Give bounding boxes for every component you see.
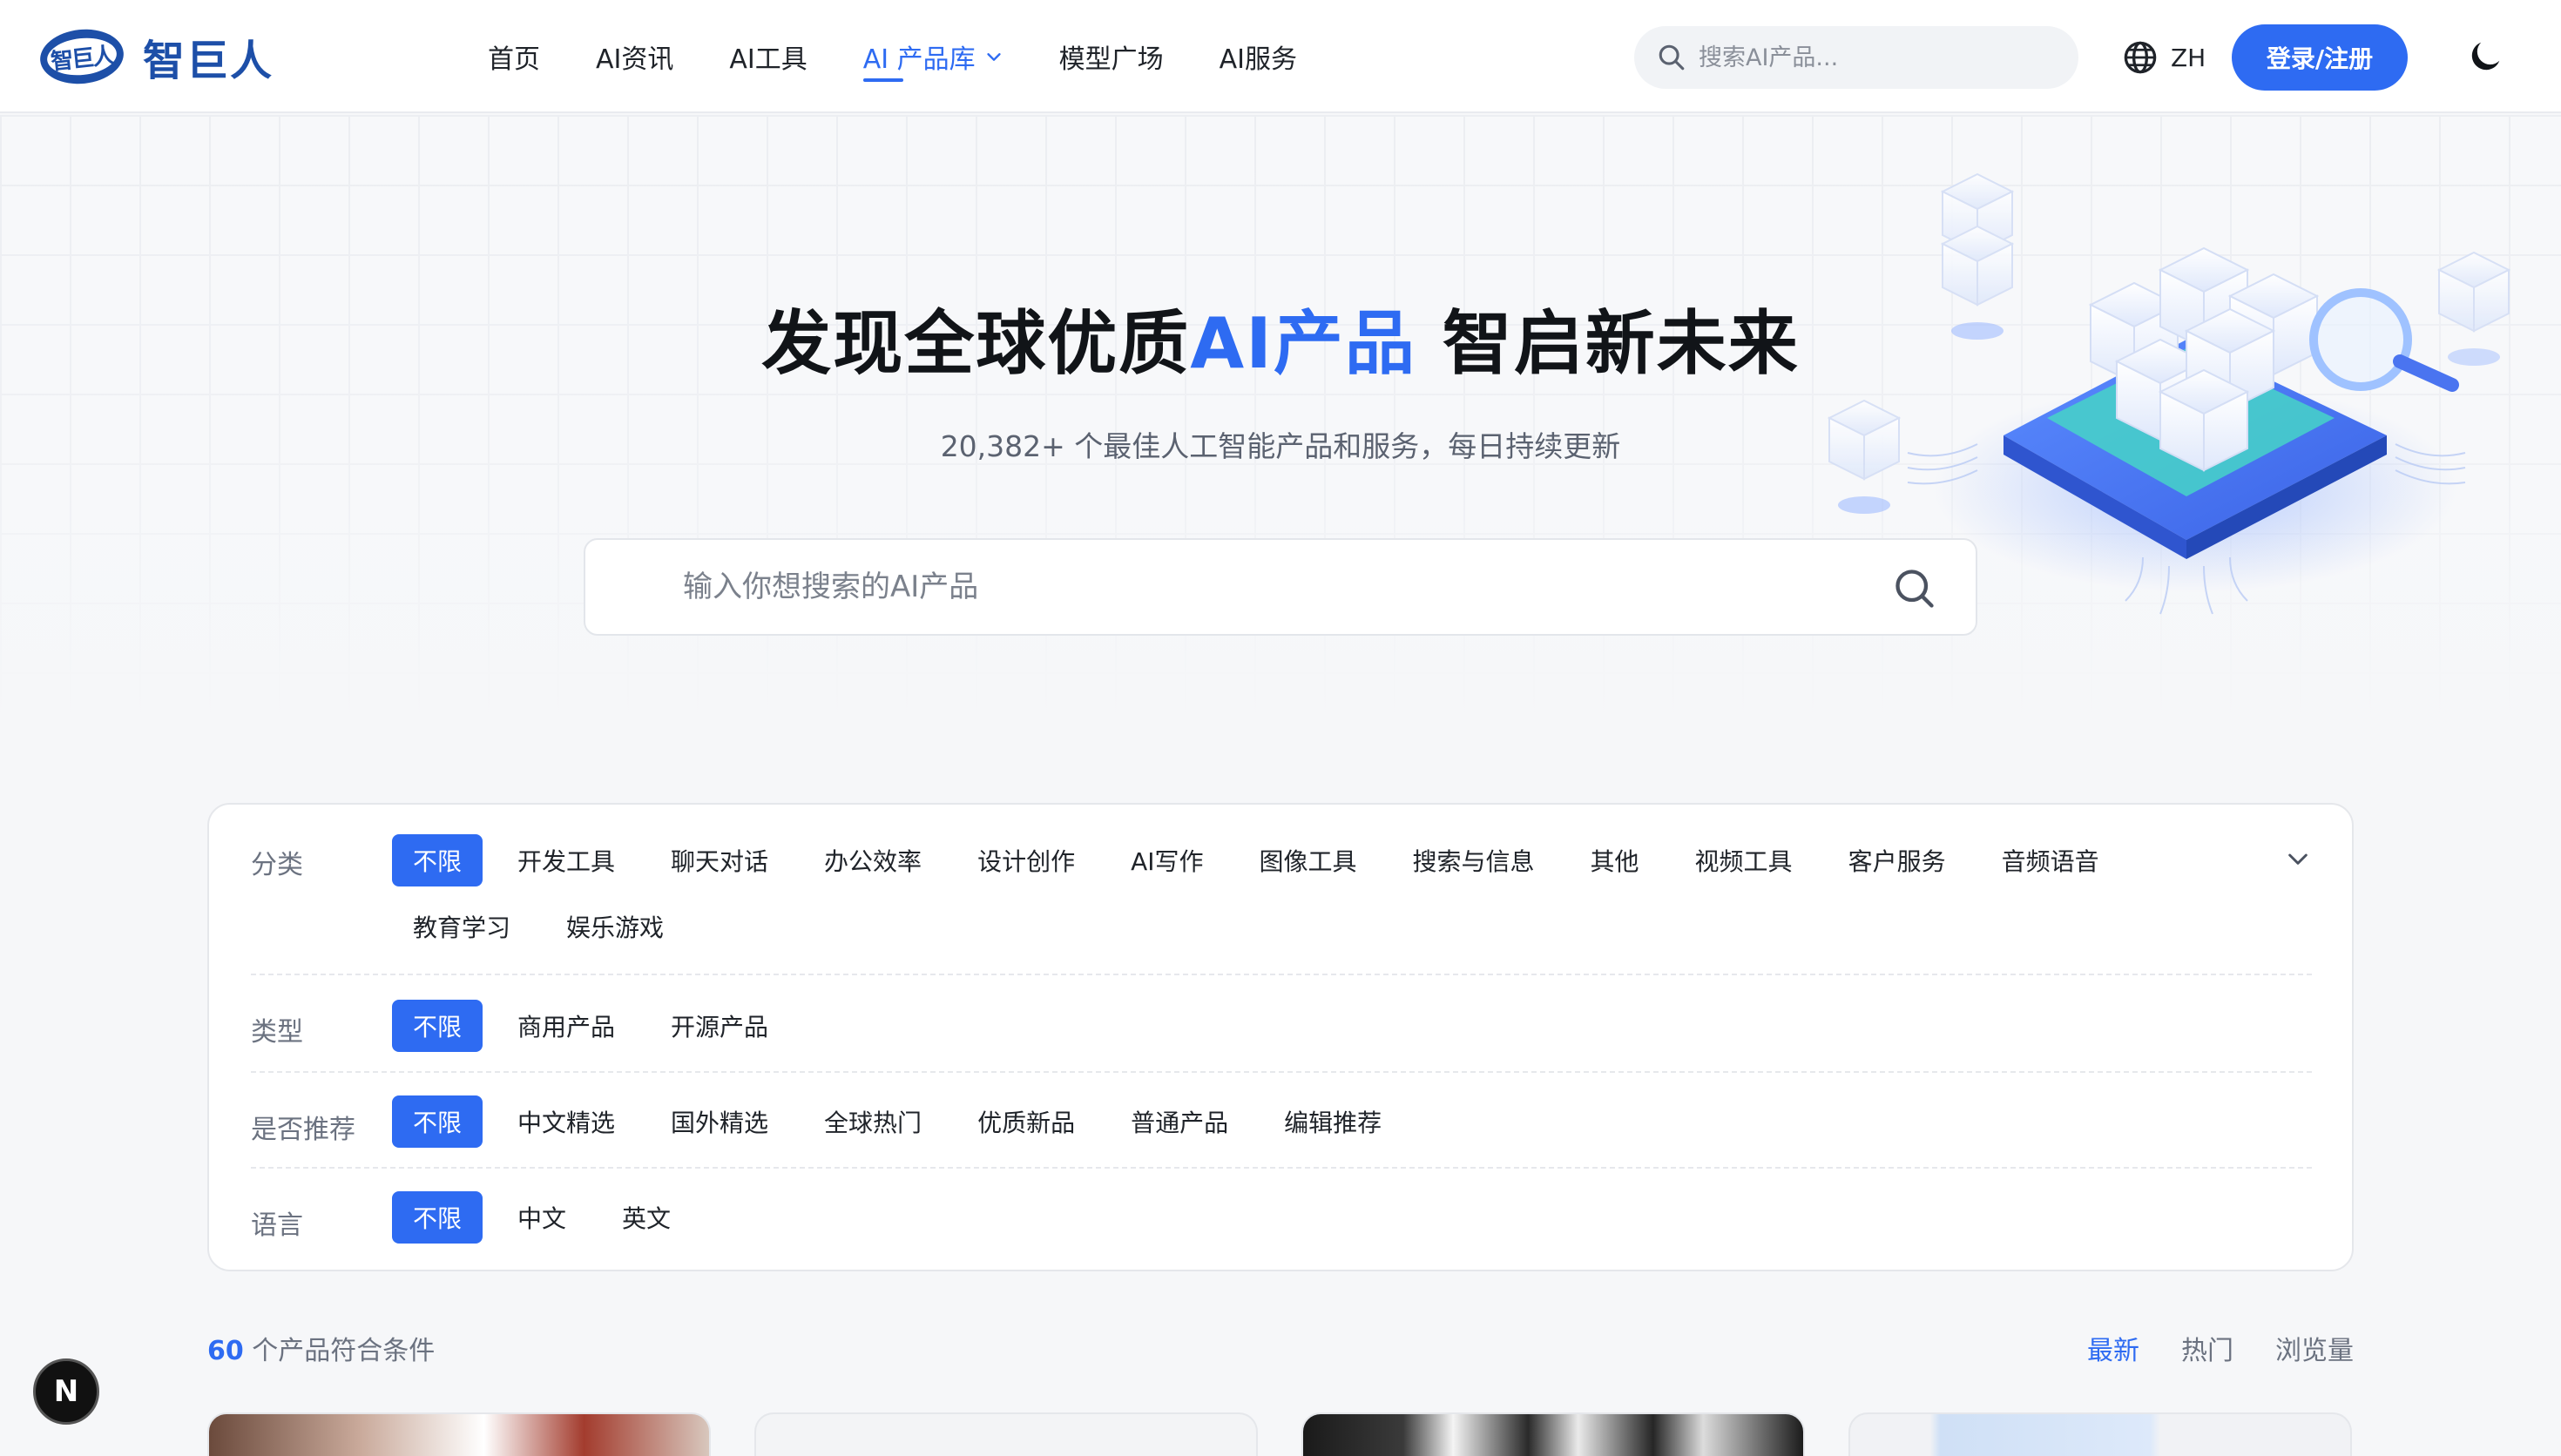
nav-item-ai-news[interactable]: AI资讯 bbox=[596, 0, 673, 113]
filter-option[interactable]: 开源产品 bbox=[650, 1000, 789, 1052]
globe-icon bbox=[2124, 41, 2157, 74]
product-card[interactable] bbox=[207, 1412, 711, 1456]
filter-label: 语言 bbox=[251, 1210, 303, 1241]
dev-indicator-badge[interactable]: N bbox=[33, 1358, 99, 1425]
filter-options: 不限 开发工具 聊天对话 办公效率 设计创作 AI写作 图像工具 搜索与信息 其他 视频工具 客户服… bbox=[392, 834, 2221, 953]
filter-option[interactable]: 视频工具 bbox=[1674, 834, 1814, 886]
nav-label: 模型广场 bbox=[1058, 44, 1164, 75]
sort-latest[interactable]: 最新 bbox=[2087, 1329, 2139, 1367]
filter-option[interactable]: 其他 bbox=[1570, 834, 1660, 886]
expand-chevron-down-icon[interactable] bbox=[2284, 845, 2312, 873]
filter-option[interactable]: 设计创作 bbox=[956, 834, 1096, 886]
hero-subtitle: 20,382+ 个最佳人工智能产品和服务，每日持续更新 bbox=[940, 429, 1621, 463]
filter-option[interactable]: 全球热门 bbox=[803, 1095, 943, 1148]
filter-option[interactable]: 教育学习 bbox=[392, 900, 531, 953]
filter-row-language: 语言 不限 中文 英文 bbox=[251, 1169, 2312, 1264]
filter-option[interactable]: 英文 bbox=[601, 1191, 692, 1244]
filter-label: 分类 bbox=[251, 850, 303, 880]
nav-item-model-plaza[interactable]: 模型广场 bbox=[1059, 0, 1164, 113]
filter-option[interactable]: 开发工具 bbox=[497, 834, 636, 886]
filter-row-recommend: 是否推荐 不限 中文精选 国外精选 全球热门 优质新品 普通产品 编辑推荐 bbox=[251, 1073, 2312, 1169]
filter-option[interactable]: 优质新品 bbox=[956, 1095, 1096, 1148]
filter-options: 不限 中文精选 国外精选 全球热门 优质新品 普通产品 编辑推荐 bbox=[392, 1095, 1416, 1148]
sort-views[interactable]: 浏览量 bbox=[2275, 1329, 2354, 1367]
nav-item-ai-product-library[interactable]: AI 产品库 bbox=[862, 0, 1003, 113]
nav-label: AI 产品库 bbox=[862, 44, 976, 75]
filter-option[interactable]: 聊天对话 bbox=[650, 834, 789, 886]
dark-mode-moon-icon[interactable] bbox=[2465, 37, 2505, 77]
filter-option[interactable]: 搜索与信息 bbox=[1392, 834, 1556, 886]
filter-option[interactable]: 编辑推荐 bbox=[1263, 1095, 1402, 1148]
language-label: ZH bbox=[2171, 43, 2206, 72]
chevron-down-icon bbox=[987, 53, 1001, 61]
search-icon bbox=[1659, 44, 1685, 71]
login-register-button[interactable]: 登录/注册 bbox=[2232, 24, 2408, 91]
filter-options: 不限 商用产品 开源产品 bbox=[392, 1000, 803, 1052]
filter-option[interactable]: 娱乐游戏 bbox=[545, 900, 685, 953]
nav-item-ai-services[interactable]: AI服务 bbox=[1220, 0, 1297, 113]
logo-text: 智巨人 bbox=[143, 37, 274, 85]
main-nav: 首页 AI资讯 AI工具 AI 产品库 模型广场 AI服务 bbox=[488, 0, 1353, 113]
filter-option[interactable]: 办公效率 bbox=[803, 834, 943, 886]
nav-item-home[interactable]: 首页 bbox=[488, 0, 540, 113]
filter-option[interactable]: AI写作 bbox=[1110, 834, 1224, 886]
site-logo[interactable]: 智巨人 智巨人 bbox=[37, 25, 274, 88]
filter-option[interactable]: 国外精选 bbox=[650, 1095, 789, 1148]
nav-label: AI工具 bbox=[729, 44, 807, 75]
filter-option[interactable]: 不限 bbox=[392, 834, 483, 886]
filter-option[interactable]: 不限 bbox=[392, 1000, 483, 1052]
product-card[interactable] bbox=[1301, 1412, 1805, 1456]
filter-option[interactable]: 客户服务 bbox=[1828, 834, 1967, 886]
hero-title-prefix: 发现全球优质 bbox=[761, 303, 1191, 384]
results-text: 个产品符合条件 bbox=[243, 1336, 436, 1366]
results-count: 60 个产品符合条件 bbox=[207, 1329, 435, 1367]
nav-label: 首页 bbox=[488, 44, 540, 75]
filter-option[interactable]: 不限 bbox=[392, 1095, 483, 1148]
product-card[interactable] bbox=[1848, 1412, 2352, 1456]
hero-search-input[interactable] bbox=[683, 570, 1815, 604]
filter-option[interactable]: 图像工具 bbox=[1239, 834, 1378, 886]
nav-item-ai-tools[interactable]: AI工具 bbox=[729, 0, 807, 113]
sort-popular[interactable]: 热门 bbox=[2181, 1329, 2233, 1367]
filter-label: 类型 bbox=[251, 1017, 303, 1048]
header-search-input[interactable] bbox=[1699, 44, 2064, 71]
language-switcher[interactable]: ZH bbox=[2122, 35, 2206, 80]
nav-label: AI资讯 bbox=[596, 44, 674, 75]
results-number: 60 bbox=[207, 1336, 244, 1366]
nav-label: AI服务 bbox=[1219, 44, 1298, 75]
product-card[interactable] bbox=[754, 1412, 1258, 1456]
logo-badge-text: 智巨人 bbox=[49, 42, 115, 76]
hero-title: 发现全球优质AI产品 智启新未来 bbox=[0, 287, 2561, 388]
top-header: 智巨人 智巨人 首页 AI资讯 AI工具 AI 产品库 模型广场 AI服务 ZH… bbox=[0, 0, 2561, 113]
filter-options: 不限 中文 英文 bbox=[392, 1191, 706, 1244]
filter-label: 是否推荐 bbox=[251, 1115, 355, 1145]
header-search bbox=[1634, 26, 2078, 89]
filter-row-category: 分类 不限 开发工具 聊天对话 办公效率 设计创作 AI写作 图像工具 搜索与信息 其他 视频工具… bbox=[251, 805, 2312, 975]
filter-option[interactable]: 普通产品 bbox=[1110, 1095, 1249, 1148]
filter-option[interactable]: 音频语音 bbox=[1981, 834, 2120, 886]
logo-badge-icon: 智巨人 bbox=[37, 25, 126, 88]
filter-option[interactable]: 中文精选 bbox=[497, 1095, 636, 1148]
filter-panel: 分类 不限 开发工具 聊天对话 办公效率 设计创作 AI写作 图像工具 搜索与信息 其他 视频工具… bbox=[207, 803, 2354, 1271]
search-icon[interactable] bbox=[1892, 566, 1937, 611]
filter-option[interactable]: 不限 bbox=[392, 1191, 483, 1244]
sort-tabs: 最新 热门 浏览量 bbox=[2087, 1329, 2354, 1367]
hero-title-suffix: 智启新未来 bbox=[1416, 303, 1800, 384]
hero-title-highlight: AI产品 bbox=[1190, 303, 1416, 384]
filter-option[interactable]: 商用产品 bbox=[497, 1000, 636, 1052]
filter-row-type: 类型 不限 商用产品 开源产品 bbox=[251, 975, 2312, 1073]
hero-search-box bbox=[584, 538, 1977, 636]
filter-option[interactable]: 中文 bbox=[497, 1191, 587, 1244]
